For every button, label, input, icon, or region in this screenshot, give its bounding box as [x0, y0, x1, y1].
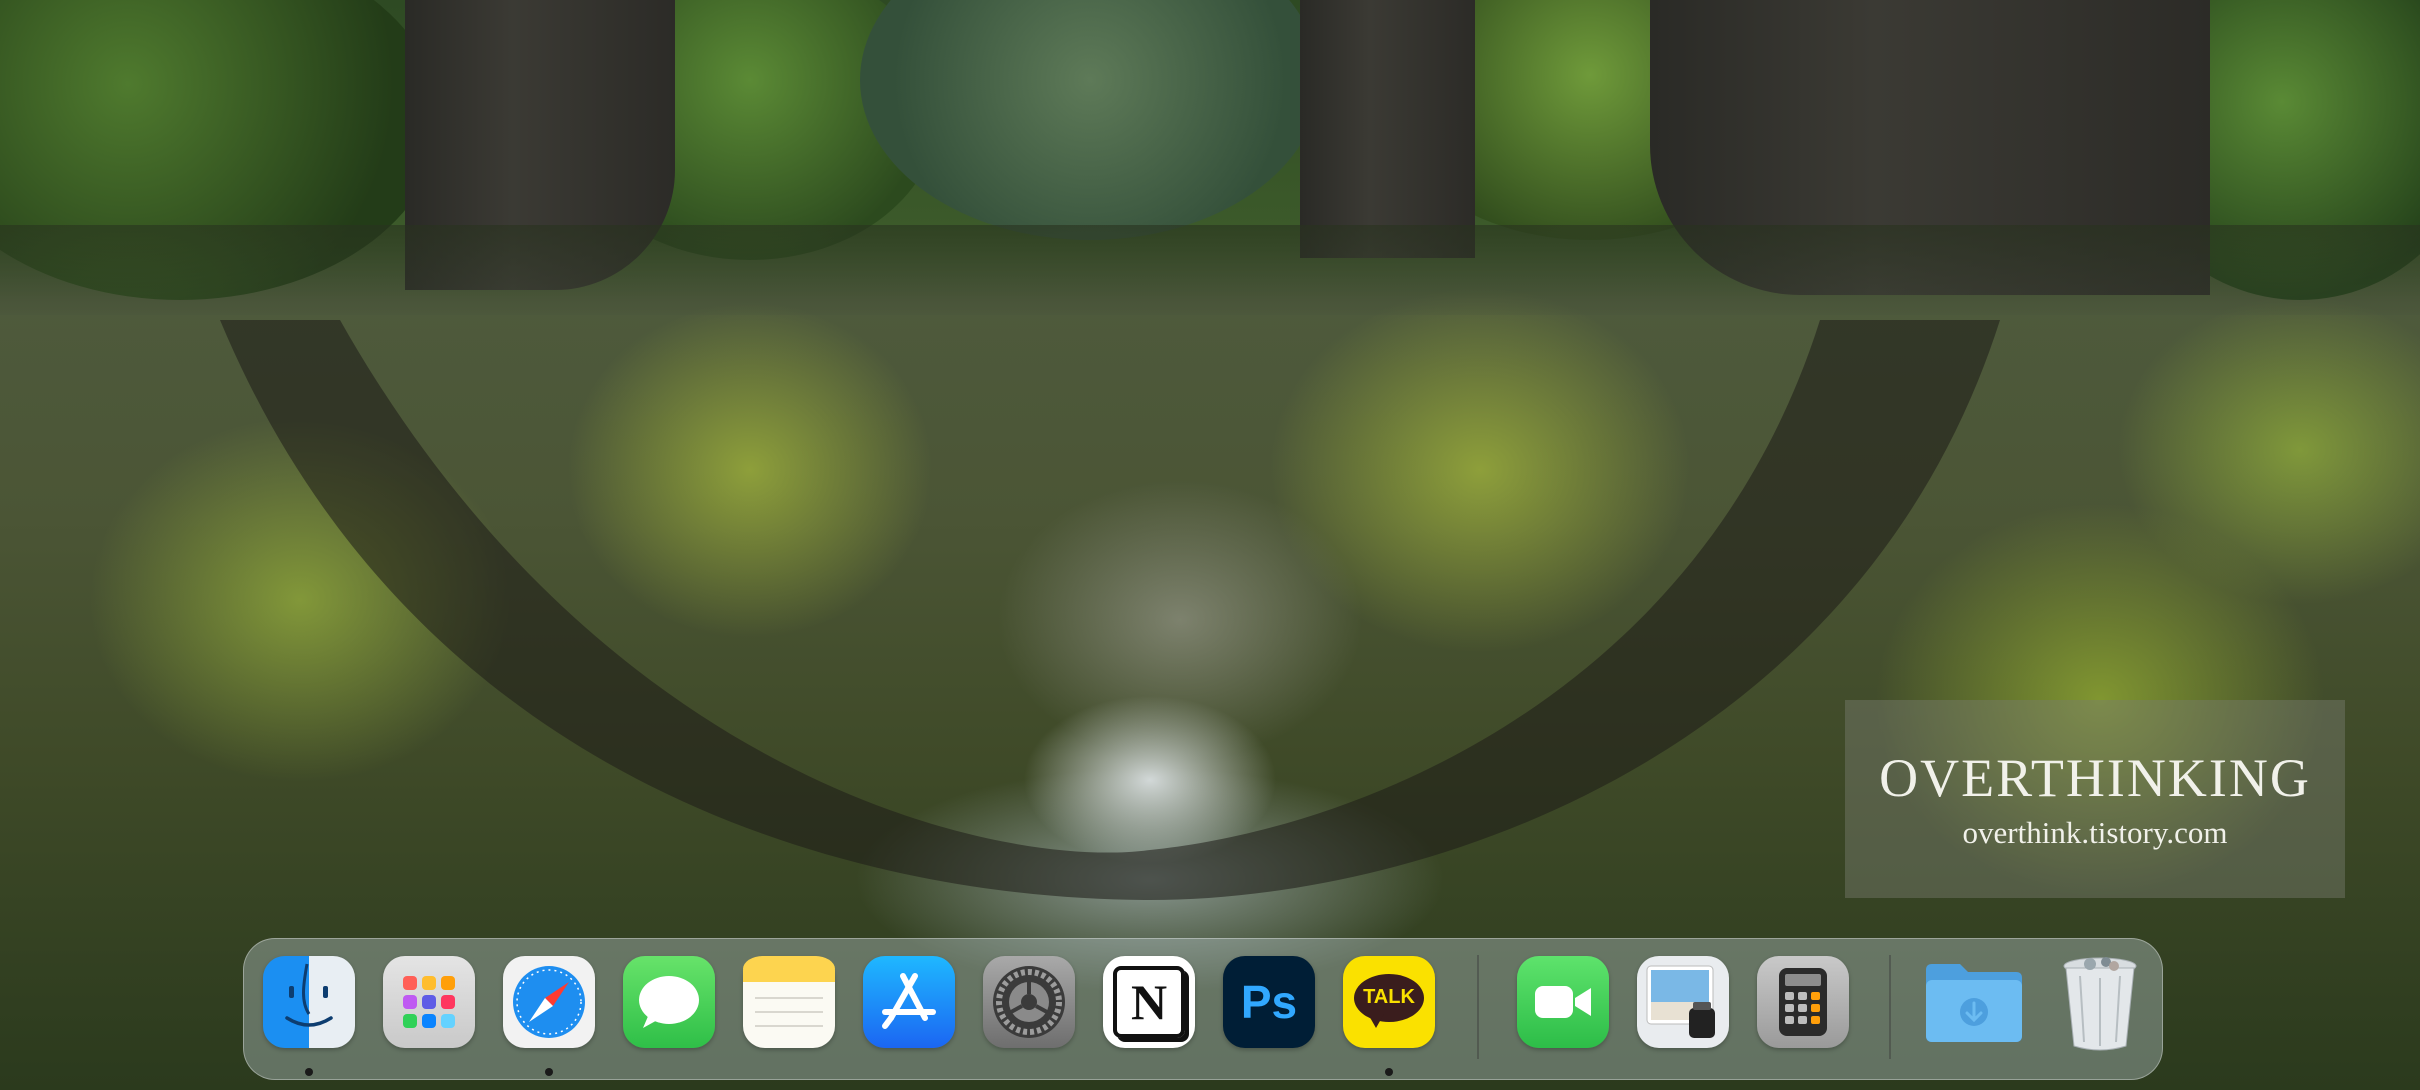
- trash-icon: [2063, 957, 2137, 1051]
- dock-item-app-store[interactable]: [863, 956, 955, 1048]
- running-indicator-safari: [545, 1068, 553, 1076]
- dock-item-messages[interactable]: [623, 956, 715, 1048]
- watermark-box: OVERTHINKING overthink.tistory.com: [1845, 700, 2345, 898]
- notes-icon: [743, 956, 835, 1027]
- dock-item-safari[interactable]: [503, 956, 595, 1048]
- dock-item-system-preferences[interactable]: [983, 956, 1075, 1048]
- dock-item-notes[interactable]: [743, 956, 835, 1048]
- dock-item-trash[interactable]: [2054, 956, 2146, 1051]
- finder-icon: [285, 963, 333, 1027]
- desktop-wallpaper: [0, 0, 2420, 1090]
- safari-icon: [513, 966, 585, 1038]
- dock-item-downloads[interactable]: [1922, 956, 2026, 1048]
- dock-separator: [1477, 955, 1479, 1059]
- photoshop-icon: Ps: [1240, 976, 1298, 1028]
- dock-item-calculator[interactable]: [1757, 956, 1849, 1048]
- watermark-title: OVERTHINKING: [1879, 748, 2311, 808]
- running-indicator-kakaotalk: [1385, 1068, 1393, 1076]
- calculator-icon: [1779, 968, 1827, 1036]
- kakaotalk-glyph: TALK: [1363, 986, 1415, 1008]
- notion-glyph: N: [1130, 974, 1168, 1030]
- app-store-icon: [882, 973, 936, 1029]
- preview-icon: [1646, 965, 1715, 1038]
- watermark-url: overthink.tistory.com: [1962, 815, 2228, 850]
- facetime-icon: [1535, 986, 1591, 1018]
- dock-separator: [1889, 955, 1891, 1059]
- notion-icon: N: [1113, 966, 1185, 1038]
- dock-item-photoshop[interactable]: Ps: [1223, 956, 1315, 1048]
- running-indicator-finder: [305, 1068, 313, 1076]
- dock: N Ps TALK: [243, 938, 2163, 1080]
- dock-item-notion[interactable]: N: [1103, 956, 1195, 1048]
- dock-item-facetime[interactable]: [1517, 956, 1609, 1048]
- dock-item-preview[interactable]: [1637, 956, 1729, 1048]
- messages-icon: [639, 976, 699, 1028]
- dock-item-finder[interactable]: [263, 956, 355, 1048]
- dock-item-launchpad[interactable]: [383, 956, 475, 1048]
- wallpaper-arch-reflection: [220, 320, 2000, 900]
- launchpad-icon: [403, 976, 455, 1028]
- downloads-folder-icon: [1926, 964, 2022, 1042]
- kakaotalk-icon: TALK: [1354, 974, 1424, 1030]
- dock-item-kakaotalk[interactable]: TALK: [1343, 956, 1435, 1048]
- system-preferences-icon: [993, 966, 1065, 1038]
